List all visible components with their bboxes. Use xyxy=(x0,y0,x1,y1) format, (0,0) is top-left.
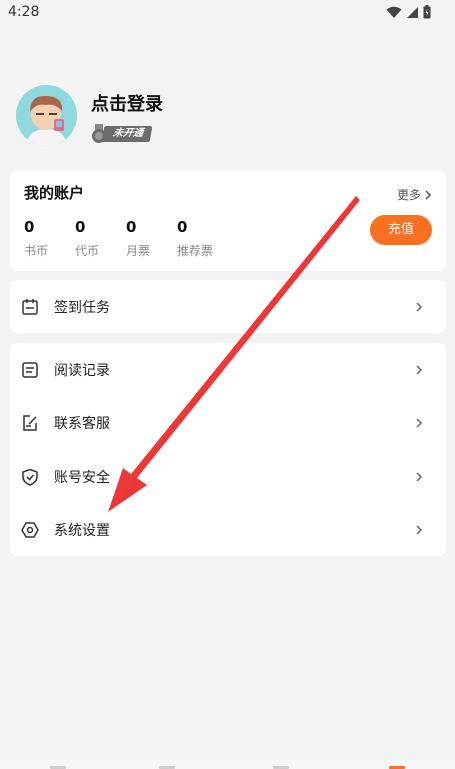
stat-monthly-tickets[interactable]: 0 月票 xyxy=(126,218,177,259)
avatar-illustration xyxy=(16,85,77,146)
stat-recommend-tickets[interactable]: 0 推荐票 xyxy=(177,218,228,259)
avatar[interactable] xyxy=(16,85,77,146)
menu-label: 联系客服 xyxy=(54,415,110,432)
history-icon xyxy=(22,361,38,378)
account-card: 我的账户 更多 0 书币 0 代币 0 月票 0 推荐票 充值 xyxy=(10,170,446,271)
account-title: 我的账户 xyxy=(24,184,85,202)
chevron-right-icon xyxy=(416,364,423,375)
chevron-right-icon xyxy=(416,471,423,482)
status-bar: 4:28 xyxy=(0,0,455,26)
profile-header[interactable]: 点击登录 未开通 xyxy=(16,85,163,146)
stat-value: 0 xyxy=(177,218,188,236)
bottom-nav xyxy=(0,760,455,769)
calendar-icon xyxy=(22,298,38,315)
stat-tokens[interactable]: 0 代币 xyxy=(75,218,126,259)
signal-icon xyxy=(407,6,418,18)
vip-badge: 未开通 xyxy=(91,123,163,144)
recharge-button[interactable]: 充值 xyxy=(370,215,432,245)
stat-book-coins[interactable]: 0 书币 xyxy=(24,218,75,259)
stat-label: 月票 xyxy=(126,244,151,258)
menu-item-account-security[interactable]: 账号安全 xyxy=(10,450,446,503)
menu-label: 签到任务 xyxy=(54,299,110,316)
menu-label: 系统设置 xyxy=(54,522,110,539)
app-screen: 4:28 点击登录 未开通 我的账户 更多 0 书币 0 代币 0 月票 0 推… xyxy=(0,0,455,769)
battery-icon xyxy=(423,5,431,19)
login-label[interactable]: 点击登录 xyxy=(91,90,163,116)
menu-label: 阅读记录 xyxy=(54,362,110,379)
account-stats: 0 书币 0 代币 0 月票 0 推荐票 xyxy=(24,218,228,259)
menu-label: 账号安全 xyxy=(54,469,110,486)
status-icons xyxy=(386,5,431,19)
menu-item-customer-service[interactable]: 联系客服 xyxy=(10,396,446,449)
edit-icon xyxy=(23,414,37,431)
chevron-right-icon xyxy=(416,417,423,428)
stat-label: 推荐票 xyxy=(177,244,214,258)
more-link[interactable]: 更多 xyxy=(397,186,432,203)
more-label[interactable]: 更多 xyxy=(397,186,421,203)
chevron-right-icon xyxy=(416,301,423,312)
stat-value: 0 xyxy=(75,218,86,236)
stat-value: 0 xyxy=(24,218,35,236)
vip-status-label: 未开通 xyxy=(101,125,153,142)
menu-item-system-settings[interactable]: 系统设置 xyxy=(10,503,446,556)
stat-label: 书币 xyxy=(24,244,49,258)
menu-item-reading-history[interactable]: 阅读记录 xyxy=(10,343,446,396)
shield-icon xyxy=(22,468,38,486)
settings-icon xyxy=(21,521,39,538)
profile-text: 点击登录 未开通 xyxy=(91,88,163,144)
wifi-icon xyxy=(386,6,402,18)
menu-item-checkin[interactable]: 签到任务 xyxy=(10,280,446,333)
checkin-card: 签到任务 xyxy=(10,280,446,333)
status-time: 4:28 xyxy=(8,4,40,20)
stat-value: 0 xyxy=(126,218,137,236)
stat-label: 代币 xyxy=(75,244,100,258)
menu-card: 阅读记录 联系客服 账号安全 系统设置 xyxy=(10,343,446,556)
chevron-right-icon xyxy=(416,524,423,535)
chevron-right-icon xyxy=(425,189,432,200)
